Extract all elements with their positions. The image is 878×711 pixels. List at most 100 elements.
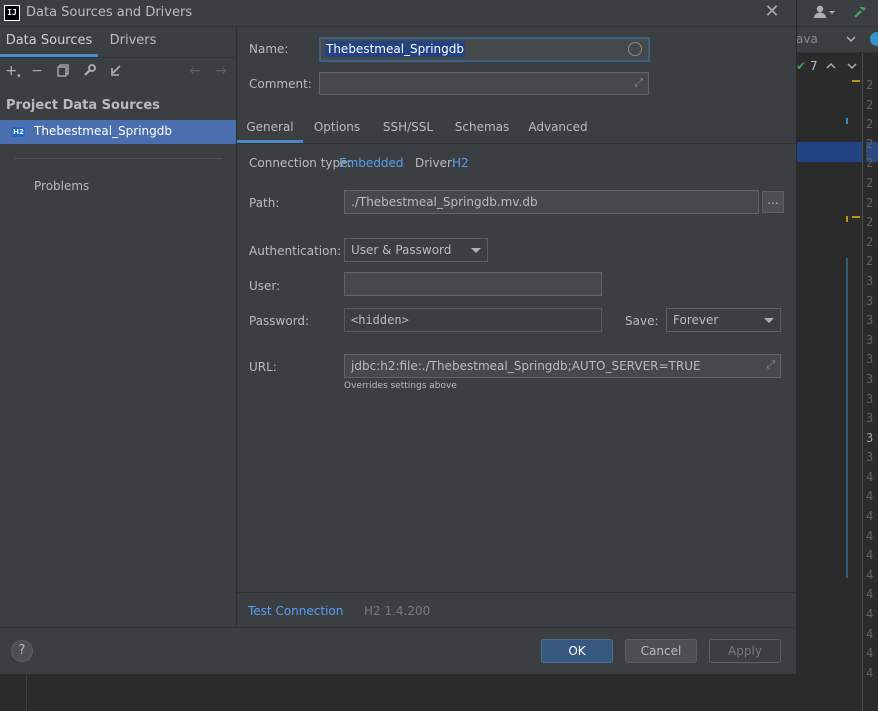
line-number: 4 [866, 607, 874, 622]
save-value: Forever [673, 313, 719, 327]
url-hint: Overrides settings above [344, 381, 457, 391]
problems-item[interactable]: Problems [34, 179, 89, 193]
driver-version: H2 1.4.200 [364, 604, 431, 618]
save-label: Save: [625, 314, 659, 328]
line-number: 4 [866, 626, 874, 641]
hammer-icon[interactable] [852, 4, 868, 20]
url-input[interactable]: jdbc:h2:file:./Thebestmeal_Springdb;AUTO… [344, 354, 781, 378]
line-number: 4 [866, 548, 874, 563]
intellij-app-icon: IJ [4, 5, 20, 21]
tab-ssh-ssl[interactable]: SSH/SSL [373, 113, 443, 143]
apply-button[interactable]: Apply [709, 639, 781, 663]
authentication-value: User & Password [351, 243, 452, 257]
import-icon[interactable] [106, 62, 124, 80]
editor-tab-icon[interactable] [870, 32, 878, 46]
ok-button[interactable]: OK [541, 639, 613, 663]
test-connection-link[interactable]: Test Connection [248, 604, 343, 618]
line-number: 4 [866, 469, 874, 484]
line-number: 2 [866, 136, 874, 151]
wrench-icon[interactable] [80, 62, 98, 80]
line-number: 3 [866, 430, 874, 445]
line-number: 3 [866, 273, 874, 288]
line-number: 4 [866, 528, 874, 543]
authentication-dropdown[interactable]: User & Password [344, 238, 488, 262]
tab-advanced[interactable]: Advanced [523, 113, 593, 143]
chevron-up-icon[interactable] [826, 62, 836, 70]
line-number: 2 [866, 156, 874, 171]
driver-label: Driver: [415, 156, 456, 170]
project-data-sources-header: Project Data Sources [6, 98, 160, 113]
cancel-button[interactable]: Cancel [625, 639, 697, 663]
dialog-title: Data Sources and Drivers [26, 5, 193, 20]
help-button[interactable]: ? [11, 640, 33, 662]
dialog-footer: ? OK Cancel Apply [0, 627, 796, 674]
back-arrow-icon[interactable]: ← [186, 62, 204, 80]
expand-icon[interactable]: ⤢ [766, 358, 775, 372]
url-value: jdbc:h2:file:./Thebestmeal_Springdb;AUTO… [351, 359, 701, 373]
gutter-marker [846, 118, 848, 124]
line-number: 2 [866, 175, 874, 190]
line-number: 3 [866, 313, 874, 328]
line-number: 4 [866, 587, 874, 602]
line-number: 3 [866, 293, 874, 308]
add-icon[interactable]: +▾ [4, 62, 22, 80]
line-number: 2 [866, 254, 874, 269]
driver-link[interactable]: H2 [452, 156, 469, 170]
line-number: 4 [866, 489, 874, 504]
remove-icon[interactable]: − [28, 62, 46, 80]
browse-button[interactable]: ... [762, 191, 784, 213]
connection-type-link[interactable]: Embedded [339, 156, 404, 170]
line-number: 2 [866, 97, 874, 112]
editor-tab-fragment[interactable]: ava [796, 32, 818, 46]
line-number: 2 [866, 117, 874, 132]
authentication-label: Authentication: [249, 244, 342, 258]
line-number: 4 [866, 509, 874, 524]
user-input[interactable] [344, 272, 602, 296]
line-number: 2 [866, 78, 874, 92]
tab-general[interactable]: General [237, 113, 303, 143]
password-input[interactable]: <hidden> [344, 308, 602, 332]
url-label: URL: [249, 360, 277, 374]
comment-input[interactable]: ⤢ [319, 72, 649, 95]
data-source-item[interactable]: H2 Thebestmeal_Springdb [0, 120, 236, 144]
path-label: Path: [249, 196, 280, 210]
user-icon[interactable] [813, 5, 835, 19]
close-icon[interactable]: ✕ [762, 2, 782, 22]
editor-line-highlight [796, 142, 862, 162]
forward-arrow-icon[interactable]: → [212, 62, 230, 80]
line-number: 3 [866, 371, 874, 386]
connection-type-label: Connection type: [249, 156, 352, 170]
name-value: Thebestmeal_Springdb [325, 41, 465, 57]
line-number: 2 [866, 234, 874, 249]
name-input[interactable]: Thebestmeal_Springdb [319, 37, 650, 62]
gutter-marker [846, 258, 848, 578]
chevron-down-icon[interactable] [847, 62, 857, 70]
password-label: Password: [249, 314, 310, 328]
gutter-marker [846, 216, 848, 222]
tab-schemas[interactable]: Schemas [449, 113, 515, 143]
tab-drivers[interactable]: Drivers [98, 27, 168, 57]
color-picker-icon[interactable] [628, 42, 642, 56]
path-value: ./Thebestmeal_Springdb.mv.db [351, 195, 538, 209]
chevron-down-icon[interactable] [846, 35, 856, 43]
ide-editor-tabs: ava [796, 27, 878, 53]
check-icon: ✔ [796, 59, 807, 73]
expand-icon[interactable]: ⤢ [634, 76, 643, 90]
tab-data-sources[interactable]: Data Sources [0, 27, 98, 57]
line-number: 3 [866, 352, 874, 367]
path-input[interactable]: ./Thebestmeal_Springdb.mv.db [344, 190, 759, 214]
line-number: 3 [866, 332, 874, 347]
duplicate-icon[interactable] [54, 62, 72, 80]
save-dropdown[interactable]: Forever [666, 308, 781, 332]
line-number: 4 [866, 665, 874, 680]
line-number: 3 [866, 450, 874, 465]
line-numbers: 2 2 2 2 2 2 2 2 2 2 3 3 3 3 3 3 3 3 3 3 4 4 4 4 4 4 4 4 4 4 4 [866, 76, 878, 683]
dropdown-arrow-icon [471, 248, 481, 253]
dialog-titlebar: IJ Data Sources and Drivers ✕ [0, 0, 796, 27]
inspection-count: 7 [810, 59, 818, 73]
line-number: 2 [866, 215, 874, 230]
connection-strip: Test Connection H2 1.4.200 [237, 592, 796, 628]
settings-panel: Name: Thebestmeal_Springdb Comment: ⤢ Ge… [237, 27, 796, 627]
ide-toolbar [796, 0, 878, 27]
tab-options[interactable]: Options [307, 113, 367, 143]
